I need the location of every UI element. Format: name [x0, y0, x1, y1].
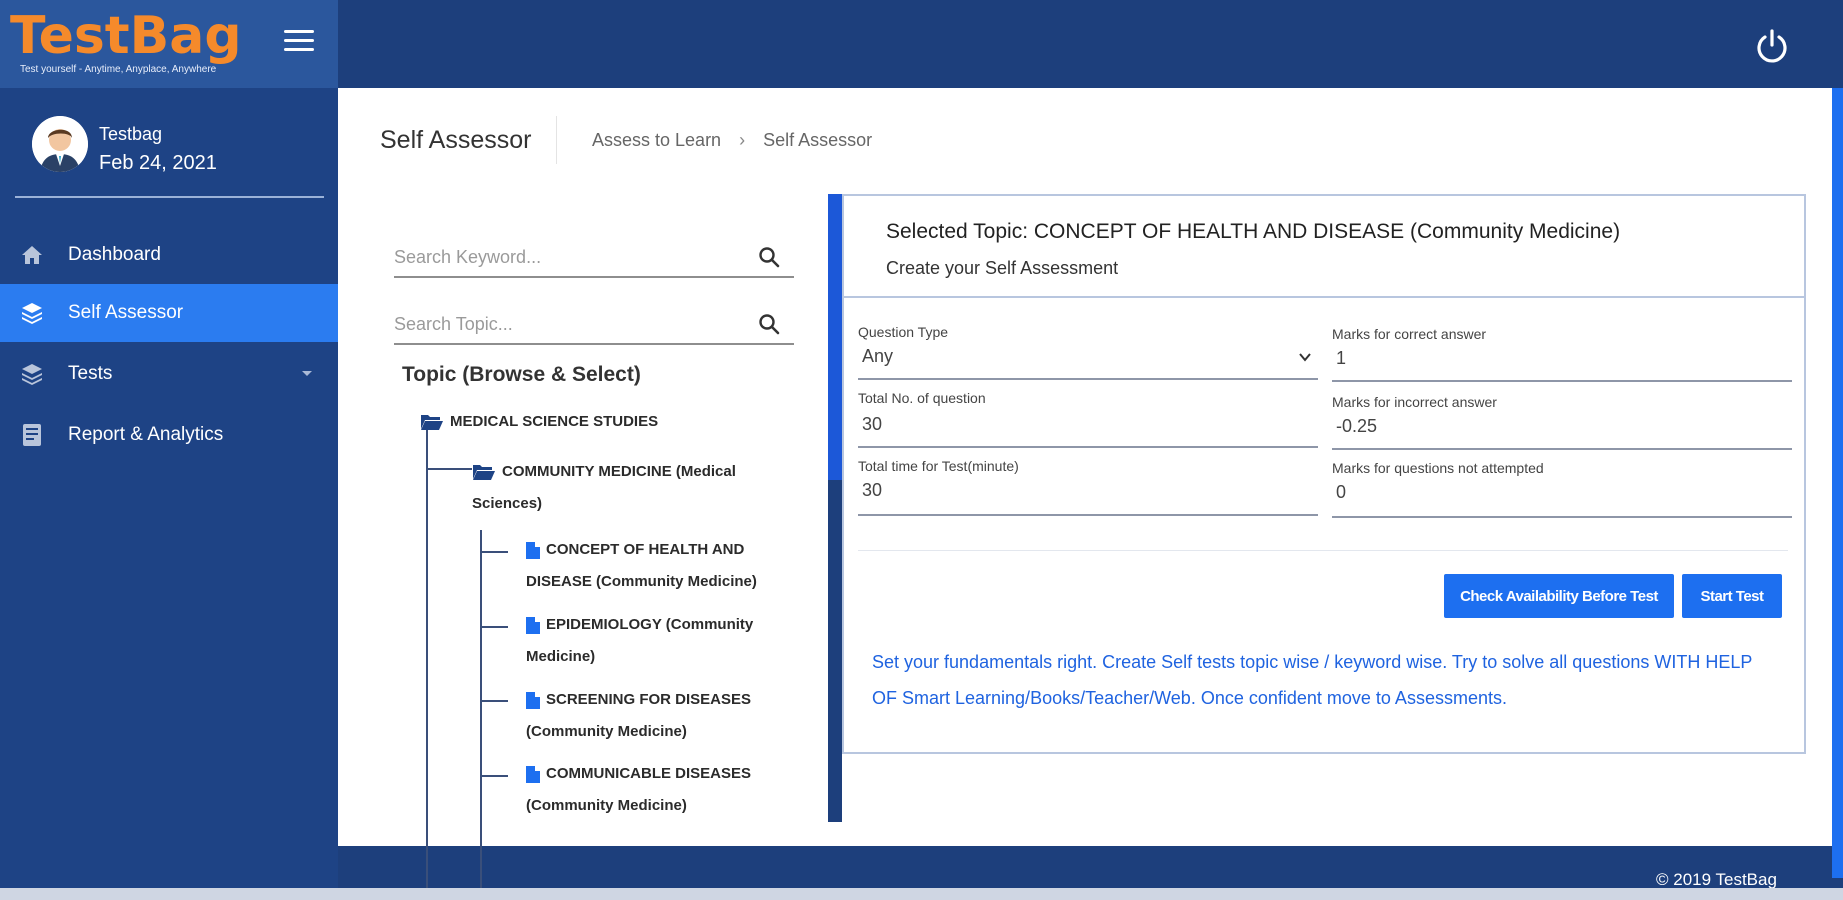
scrollbar[interactable] — [1832, 88, 1843, 878]
field-value: 0 — [1336, 482, 1347, 502]
breadcrumb-item-assess-to-learn[interactable]: Assess to Learn — [592, 130, 721, 151]
tree-node-label-cont: Sciences) — [472, 495, 543, 512]
tree-node-label: COMMUNICABLE DISEASES — [546, 765, 752, 782]
avatar — [32, 116, 88, 172]
topic-search — [394, 303, 794, 345]
page-title: Self Assessor — [380, 126, 532, 154]
user-date: Feb 24, 2021 — [99, 152, 217, 174]
folder-open-icon — [421, 415, 443, 431]
keyword-search-input[interactable] — [394, 242, 744, 272]
menu-toggle-icon[interactable] — [284, 30, 314, 54]
tree-node-label: CONCEPT OF HEALTH AND — [546, 541, 745, 558]
field-value: 30 — [862, 414, 883, 434]
tree-node-label-cont: Medicine) — [526, 648, 596, 665]
assessment-card: Selected Topic: CONCEPT OF HEALTH AND DI… — [842, 194, 1806, 754]
assessment-card-header: Selected Topic: CONCEPT OF HEALTH AND DI… — [844, 196, 1804, 298]
breadcrumb-item-current: Self Assessor — [763, 130, 873, 150]
tree-node-subject[interactable]: COMMUNITY MEDICINE (Medical Sciences) — [472, 456, 802, 520]
sidebar-item-label: Self Assessor — [68, 302, 184, 323]
breadcrumb: Assess to Learn › Self Assessor — [592, 130, 872, 151]
home-icon — [18, 241, 46, 269]
sidebar-item-report-analytics[interactable]: Report & Analytics — [0, 406, 338, 464]
sidebar-item-tests[interactable]: Tests — [0, 345, 338, 403]
file-icon — [526, 616, 540, 634]
info-text: Set your fundamentals right. Create Self… — [872, 652, 1753, 708]
tree-node-topic[interactable]: SCREENING FOR DISEASES (Community Medici… — [526, 684, 826, 748]
start-test-button[interactable]: Start Test — [1682, 574, 1782, 618]
form-divider — [858, 550, 1788, 551]
user-name: Testbag — [99, 124, 163, 144]
logo-tagline: Test yourself - Anytime, Anyplace, Anywh… — [20, 64, 217, 75]
sidebar: TestBag Test yourself - Anytime, Anyplac… — [0, 0, 338, 900]
field-label: Total No. of question — [858, 390, 986, 406]
sidebar-item-self-assessor[interactable]: Self Assessor — [0, 284, 338, 342]
keyword-search — [394, 236, 794, 278]
search-icon[interactable] — [758, 313, 780, 335]
tree-connector — [480, 626, 508, 628]
tree-connector — [480, 551, 508, 553]
total-questions-field[interactable]: Total No. of question 30 — [858, 386, 1318, 448]
tree-node-topic[interactable]: EPIDEMIOLOGY (Community Medicine) — [526, 609, 826, 673]
folder-open-icon — [473, 465, 495, 481]
tree-connector — [480, 700, 508, 702]
selected-topic-title: Selected Topic: CONCEPT OF HEALTH AND DI… — [886, 220, 1621, 243]
check-availability-button[interactable]: Check Availability Before Test — [1444, 574, 1674, 618]
field-label: Question Type — [858, 324, 949, 340]
field-label: Marks for questions not attempted — [1332, 460, 1544, 476]
logo[interactable]: TestBag — [10, 6, 242, 66]
sidebar-item-label: Dashboard — [68, 244, 161, 265]
stack-icon — [18, 360, 46, 388]
tree-connector — [426, 468, 472, 470]
footer-copyright: © 2019 TestBag — [1656, 870, 1777, 889]
tree-node-label-cont: DISEASE (Community Medicine) — [526, 573, 757, 590]
sidebar-item-dashboard[interactable]: Dashboard — [0, 226, 338, 284]
marks-correct-field[interactable]: Marks for correct answer 1 — [1332, 322, 1792, 382]
sidebar-divider — [15, 196, 324, 198]
marks-not-attempted-field[interactable]: Marks for questions not attempted 0 — [1332, 456, 1792, 518]
chevron-down-icon — [302, 371, 312, 376]
field-value: 30 — [862, 480, 883, 500]
field-value: 1 — [1336, 348, 1347, 368]
marks-incorrect-field[interactable]: Marks for incorrect answer -0.25 — [1332, 390, 1792, 450]
assessment-subtitle: Create your Self Assessment — [886, 258, 1119, 278]
tree-node-topic[interactable]: COMMUNICABLE DISEASES (Community Medicin… — [526, 758, 826, 822]
user-profile: Testbag Feb 24, 2021 — [32, 116, 332, 180]
field-value: Any — [862, 346, 894, 366]
brand-area: TestBag Test yourself - Anytime, Anyplac… — [0, 0, 338, 88]
field-label: Marks for incorrect answer — [1332, 394, 1497, 410]
chevron-down-icon — [1299, 353, 1311, 362]
field-label: Total time for Test(minute) — [858, 458, 1019, 474]
tree-node-label-cont: (Community Medicine) — [526, 797, 687, 814]
title-divider — [556, 116, 557, 164]
total-time-field[interactable]: Total time for Test(minute) 30 — [858, 454, 1318, 516]
file-icon — [526, 691, 540, 709]
power-icon[interactable] — [1754, 28, 1790, 64]
search-icon[interactable] — [758, 246, 780, 268]
file-icon — [526, 765, 540, 783]
sidebar-item-label: Tests — [68, 363, 113, 384]
chevron-right-icon: › — [739, 130, 746, 150]
tree-node-label: MEDICAL SCIENCE STUDIES — [450, 413, 659, 430]
tree-connector — [480, 775, 508, 777]
report-icon — [18, 421, 46, 449]
topic-browse-heading: Topic (Browse & Select) — [402, 363, 641, 386]
tree-connector — [426, 430, 428, 900]
tree-node-topic[interactable]: CONCEPT OF HEALTH AND DISEASE (Community… — [526, 534, 826, 598]
bottom-strip — [0, 888, 1843, 900]
card-accent-bar-lower — [828, 480, 842, 822]
file-icon — [526, 541, 540, 559]
tree-node-label-cont: (Community Medicine) — [526, 723, 687, 740]
tree-node-root[interactable]: MEDICAL SCIENCE STUDIES — [420, 406, 760, 438]
layers-icon — [18, 299, 46, 327]
tree-node-label: COMMUNITY MEDICINE (Medical — [502, 463, 736, 480]
tree-node-label: SCREENING FOR DISEASES — [546, 691, 752, 708]
sidebar-item-label: Report & Analytics — [68, 424, 224, 445]
field-value: -0.25 — [1336, 416, 1378, 436]
topic-search-input[interactable] — [394, 309, 744, 339]
tree-node-label: EPIDEMIOLOGY (Community — [546, 616, 754, 633]
tree-connector — [480, 530, 482, 900]
question-type-select[interactable]: Question Type Any — [858, 320, 1318, 380]
field-label: Marks for correct answer — [1332, 326, 1487, 342]
